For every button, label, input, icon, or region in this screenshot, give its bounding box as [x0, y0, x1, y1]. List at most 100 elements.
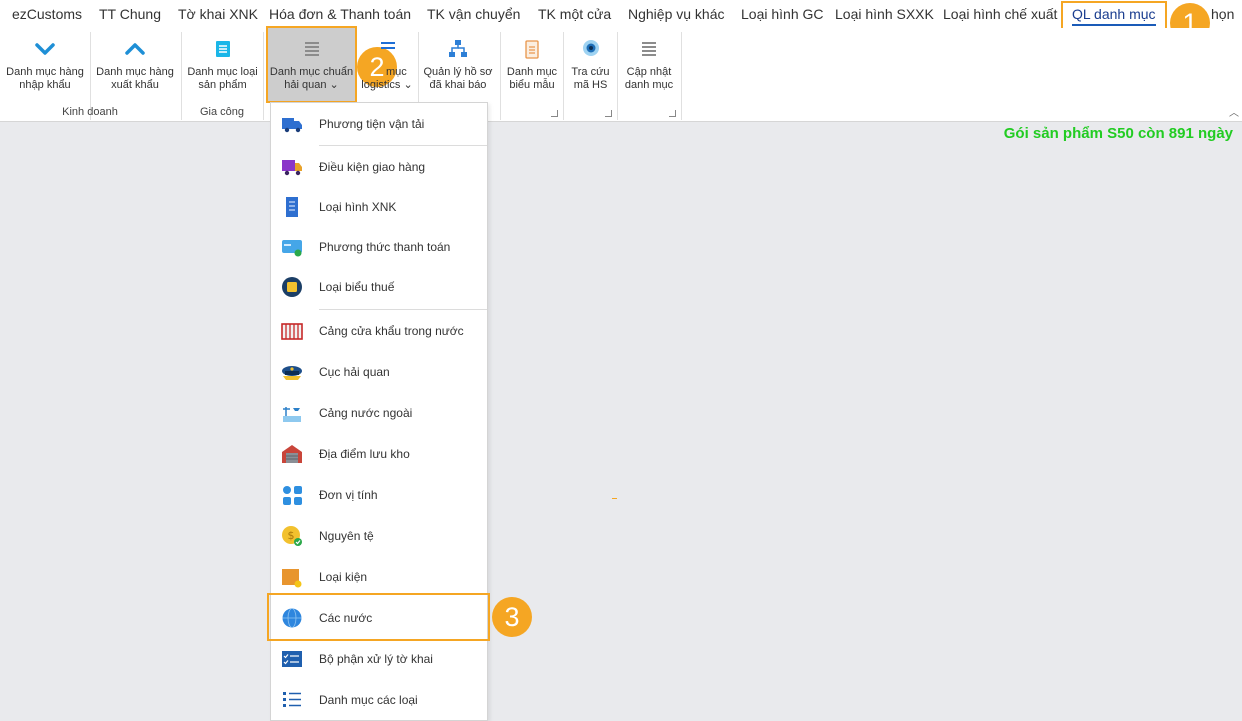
- tab-tk-van-chuyen[interactable]: TK vận chuyển: [427, 6, 520, 22]
- menu-item-dieu-kien-giao-hang[interactable]: Điều kiện giao hàng: [271, 147, 487, 187]
- ribbon-separator: [617, 32, 618, 120]
- quan-ly-ho-so-button[interactable]: Quản lý hồ sơ đã khai báo: [421, 30, 495, 100]
- danh-muc-chuan-hai-quan-button[interactable]: Danh mục chuẩn hải quan ⌄: [266, 26, 357, 103]
- menu-item-danh-muc-cac-loai[interactable]: Danh mục các loại: [271, 680, 487, 720]
- button-label-line2: danh mục: [624, 79, 674, 91]
- credit-card-icon: [282, 240, 302, 257]
- menu-item-label: Bộ phận xử lý tờ khai: [319, 652, 433, 666]
- step-badge-3: 3: [492, 597, 532, 637]
- danh-muc-logistics-button[interactable]: mục logistics ⌄: [358, 30, 416, 100]
- ribbon-separator: [500, 32, 501, 120]
- menu-item-label: Đơn vị tính: [319, 488, 378, 502]
- menu-item-label: Địa điểm lưu kho: [319, 447, 410, 461]
- tab-tk-mot-cua[interactable]: TK một cửa: [538, 6, 611, 22]
- ribbon-separator: [681, 32, 682, 120]
- sitemap-icon: [449, 40, 467, 57]
- menu-item-label: Cảng cửa khẩu trong nước: [319, 324, 464, 338]
- menu-item-cang-nuoc-ngoai[interactable]: Cảng nước ngoài: [271, 393, 487, 433]
- button-label-line1: Quản lý hồ sơ: [423, 66, 493, 78]
- button-label-line2-with-arrow: hải quan ⌄: [268, 79, 355, 92]
- button-label-line1: Danh mục loại: [187, 66, 258, 78]
- menu-item-phuong-tien-van-tai[interactable]: Phương tiện vận tải: [271, 104, 487, 144]
- button-label-line2: xuất khẩu: [111, 79, 159, 91]
- button-label-line1: Danh mục hàng: [6, 66, 84, 78]
- button-label-line1: Danh mục: [506, 66, 558, 78]
- menu-separator: [319, 309, 487, 310]
- group-label-gia-cong: Gia công: [199, 106, 245, 118]
- dialog-launcher-icon[interactable]: [669, 110, 676, 117]
- menu-item-label: Cục hải quan: [319, 365, 390, 379]
- currency-icon: $: [282, 526, 302, 546]
- tab-to-khai-xnk[interactable]: Tờ khai XNK: [178, 6, 258, 22]
- dialog-launcher-icon[interactable]: [605, 110, 612, 117]
- checklist-icon: [282, 651, 302, 667]
- menu-item-label: Phương thức thanh toán: [319, 240, 451, 254]
- danh-muc-loai-san-pham-button[interactable]: Danh mục loại sản phẩm: [185, 30, 260, 100]
- menu-item-label: Loại biểu thuế: [319, 280, 395, 294]
- package-icon: [282, 569, 302, 588]
- button-label-line1: Danh mục chuẩn: [269, 66, 354, 78]
- menu-item-cang-cua-khau-trong-nuoc[interactable]: Cảng cửa khẩu trong nước: [271, 311, 487, 351]
- chevron-up-icon: [125, 43, 145, 55]
- button-label-line1: mục: [386, 66, 407, 78]
- menu-item-phuong-thuc-thanh-toan[interactable]: Phương thức thanh toán: [271, 227, 487, 267]
- ribbon-separator: [263, 32, 264, 120]
- danh-muc-hang-nhap-khau-button[interactable]: Danh mục hàng nhập khẩu: [2, 30, 88, 100]
- tra-cuu-ma-hs-button[interactable]: Tra cứu mã HS: [568, 30, 613, 100]
- units-icon: [283, 486, 302, 505]
- menu-item-label: Loại kiện: [319, 570, 368, 584]
- menu-item-label: Phương tiện vận tải: [319, 117, 425, 131]
- menu-item-nguyen-te[interactable]: $ Nguyên tệ: [271, 516, 487, 556]
- ribbon-toolbar: Danh mục hàng nhập khẩu Danh mục hàng xu…: [0, 26, 1242, 122]
- button-label-line1: Cập nhật: [626, 66, 672, 78]
- danh-muc-bieu-mau-button[interactable]: Danh mục biểu mẫu: [505, 30, 559, 100]
- menu-tab-bar: ezCustoms TT Chung Tờ khai XNK Hóa đơn &…: [0, 0, 1242, 28]
- danh-muc-hang-xuat-khau-button[interactable]: Danh mục hàng xuất khẩu: [94, 30, 176, 100]
- button-label-line2: nhập khẩu: [19, 79, 71, 91]
- dialog-launcher-icon[interactable]: [551, 110, 558, 117]
- menu-item-dia-diem-luu-kho[interactable]: Địa điểm lưu kho: [271, 434, 487, 474]
- tab-loai-hinh-sxxk[interactable]: Loại hình SXXK: [835, 6, 934, 22]
- tab-highlight-box: [1061, 1, 1167, 31]
- tab-loai-hinh-che-xuat[interactable]: Loại hình chế xuất: [943, 6, 1057, 22]
- button-label-line2: biểu mẫu: [509, 79, 555, 91]
- chevron-down-icon: [35, 43, 55, 55]
- eye-icon: [582, 40, 599, 56]
- button-label-line2: hải quan: [284, 79, 327, 91]
- list-icon: [283, 692, 301, 707]
- clipboard-icon: [525, 40, 539, 59]
- button-label-line2-with-arrow: logistics ⌄: [358, 79, 416, 92]
- menu-item-loai-kien[interactable]: Loại kiện: [271, 557, 487, 597]
- tab-tuy-chon[interactable]: họn: [1211, 6, 1234, 22]
- port-gate-icon: [281, 323, 303, 340]
- menu-item-label: Cảng nước ngoài: [319, 406, 413, 420]
- list-icon: [381, 42, 395, 49]
- button-label-line2: đã khai báo: [429, 79, 487, 91]
- menu-item-don-vi-tinh[interactable]: Đơn vị tính: [271, 475, 487, 515]
- dropdown-arrow-icon: ⌄: [403, 79, 413, 91]
- document-icon: [286, 197, 298, 217]
- menu-item-highlight-box: [267, 593, 490, 641]
- cap-nhat-danh-muc-button[interactable]: Cập nhật danh mục: [622, 30, 676, 100]
- svg-text:$: $: [288, 529, 295, 542]
- tab-hoa-don-thanh-toan[interactable]: Hóa đơn & Thanh toán: [269, 6, 411, 22]
- button-label-line2: sản phẩm: [198, 79, 247, 91]
- subscription-status-text: Gói sản phẩm S50 còn 891 ngày: [1003, 125, 1233, 142]
- menu-item-cuc-hai-quan[interactable]: Cục hải quan: [271, 352, 487, 392]
- menu-item-label: Loại hình XNK: [319, 200, 397, 214]
- tab-loai-hinh-gc[interactable]: Loại hình GC: [741, 6, 824, 22]
- menu-item-bo-phan-xu-ly-to-khai[interactable]: Bộ phận xử lý tờ khai: [271, 639, 487, 679]
- button-label-line2: logistics: [361, 79, 401, 91]
- menu-item-loai-bieu-thue[interactable]: Loại biểu thuế: [271, 267, 487, 307]
- tab-tt-chung[interactable]: TT Chung: [99, 6, 161, 22]
- tab-ezcustoms[interactable]: ezCustoms: [12, 6, 82, 22]
- button-label-line1: Danh mục hàng: [96, 66, 174, 78]
- menu-item-label: Điều kiện giao hàng: [319, 160, 426, 174]
- lines-icon: [642, 42, 656, 56]
- ribbon-separator: [563, 32, 564, 120]
- menu-item-loai-hinh-xnk[interactable]: Loại hình XNK: [271, 187, 487, 227]
- tax-icon: [282, 277, 302, 297]
- collapse-ribbon-icon[interactable]: ︿: [1229, 104, 1239, 119]
- tab-nghiep-vu-khac[interactable]: Nghiệp vụ khác: [628, 6, 725, 22]
- group-label-kinh-doanh: Kinh doanh: [62, 106, 118, 118]
